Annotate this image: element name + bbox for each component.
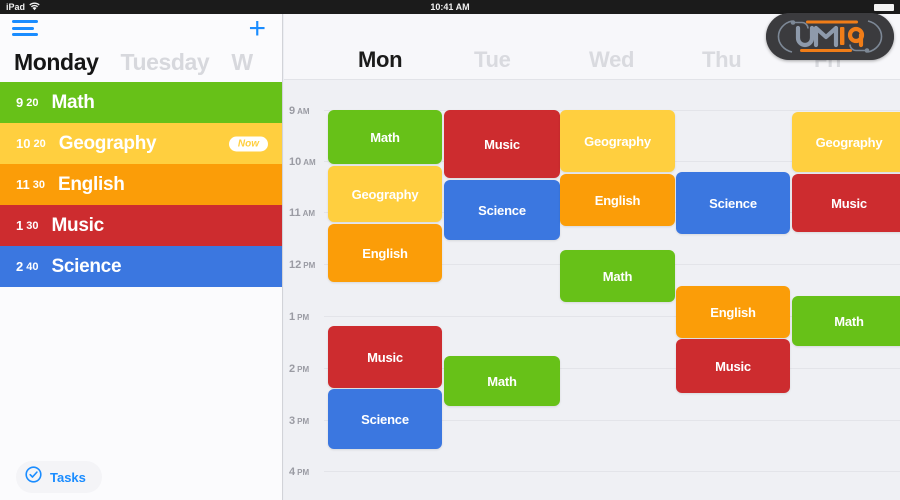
- hour-label: 11 AM: [289, 203, 315, 221]
- hour-label: 3 PM: [289, 411, 309, 429]
- sidebar: + Monday Tuesday W 9 20 Math 10 20 Geography Now…: [0, 14, 283, 500]
- lesson-hour: 11: [16, 177, 30, 192]
- lesson-minute: 20: [26, 96, 39, 109]
- calendar-event[interactable]: Math: [328, 110, 442, 164]
- hour-label-hour: 1: [289, 311, 296, 323]
- status-bar-time: 10:41 AM: [430, 2, 470, 12]
- plus-icon[interactable]: +: [248, 14, 266, 44]
- lesson-hour: 1: [16, 218, 24, 233]
- sidebar-toolbar: +: [0, 14, 282, 44]
- hour-label-hour: 9: [289, 105, 296, 117]
- hour-label-hour: 12: [289, 259, 302, 271]
- hour-label-hour: 2: [289, 363, 296, 375]
- battery-icon: [874, 3, 894, 11]
- now-badge: Now: [228, 136, 268, 151]
- calendar-event[interactable]: English: [560, 174, 675, 226]
- hour-label-period: PM: [297, 313, 310, 322]
- hour-label-period: AM: [302, 209, 316, 218]
- lesson-row[interactable]: 9 20 Math: [0, 82, 282, 123]
- calendar-event[interactable]: Science: [676, 172, 790, 234]
- hour-label: 2 PM: [289, 359, 309, 377]
- calendar-event[interactable]: Music: [328, 326, 442, 388]
- calendar-event[interactable]: Math: [444, 356, 560, 406]
- hour-label: 9 AM: [289, 101, 310, 119]
- lesson-minute: 40: [26, 260, 39, 273]
- status-bar-right: [874, 3, 894, 11]
- calendar-event[interactable]: Music: [444, 110, 560, 178]
- lesson-minute: 30: [26, 219, 39, 232]
- lesson-hour: 10: [16, 136, 31, 151]
- lesson-row[interactable]: 1 30 Music: [0, 205, 282, 246]
- lesson-hour: 2: [16, 259, 24, 274]
- lesson-name: English: [58, 173, 125, 195]
- calendar-day-tab[interactable]: Tue: [474, 47, 511, 73]
- tasks-footer: Tasks: [0, 454, 282, 500]
- sidebar-day-tab[interactable]: Tuesday: [121, 49, 210, 76]
- hour-label: 12 PM: [289, 255, 315, 273]
- hour-label-hour: 10: [289, 156, 302, 168]
- lesson-name: Geography: [58, 132, 157, 154]
- sidebar-day-tabs[interactable]: Monday Tuesday W: [0, 42, 282, 82]
- calendar-event[interactable]: Math: [560, 250, 675, 302]
- calendar-event[interactable]: Music: [792, 174, 900, 232]
- hour-label-period: PM: [297, 468, 310, 477]
- lesson-row[interactable]: 2 40 Science: [0, 246, 282, 287]
- hour-label-period: AM: [297, 107, 310, 116]
- calendar-day-tab[interactable]: Mon: [358, 47, 403, 73]
- calendar-event[interactable]: English: [328, 224, 442, 282]
- hour-gridline: [324, 471, 900, 472]
- calendar-event[interactable]: Science: [328, 389, 442, 449]
- calendar-day-tab[interactable]: Wed: [589, 47, 634, 73]
- calendar-event[interactable]: Geography: [792, 112, 900, 172]
- hour-label-period: AM: [303, 158, 316, 167]
- calendar-event[interactable]: Geography: [560, 110, 675, 172]
- lesson-hour: 9: [16, 95, 24, 110]
- check-circle-icon: [25, 466, 42, 488]
- calendar-event[interactable]: Geography: [328, 166, 442, 222]
- hour-label: 1 PM: [289, 307, 309, 325]
- sidebar-day-tab[interactable]: W: [231, 49, 253, 76]
- lesson-minute: 20: [33, 137, 46, 150]
- lesson-name: Music: [51, 214, 104, 236]
- hour-label-period: PM: [297, 417, 310, 426]
- hour-label: 10 AM: [289, 152, 316, 170]
- lesson-name: Science: [51, 255, 122, 277]
- calendar-grid[interactable]: 9 AM 10 AM 11 AM 12 PM 1 PM 2 PM 3 PM 4 PM Math Geography…: [284, 80, 900, 500]
- calendar-event[interactable]: English: [676, 286, 790, 338]
- hour-label-hour: 11: [289, 207, 301, 219]
- hour-label: 4 PM: [289, 462, 309, 480]
- brand-logo: [766, 13, 894, 60]
- hour-label-hour: 3: [289, 415, 296, 427]
- hamburger-icon[interactable]: [12, 20, 38, 36]
- calendar-panel: MonTueWedThuFri 9AM10AM11AM12PM1PM2PM3PM…: [284, 14, 900, 500]
- calendar-event[interactable]: Science: [444, 180, 560, 240]
- hour-label-period: PM: [297, 365, 310, 374]
- lesson-row[interactable]: 10 20 Geography Now: [0, 123, 282, 164]
- lesson-row[interactable]: 11 30 English: [0, 164, 282, 205]
- calendar-event[interactable]: Music: [676, 339, 790, 393]
- tasks-button[interactable]: Tasks: [16, 461, 102, 493]
- status-bar: iPad 10:41 AM: [0, 0, 900, 14]
- calendar-event[interactable]: Math: [792, 296, 900, 346]
- tasks-button-label: Tasks: [50, 469, 86, 485]
- ipad-timetable-app: iPad 10:41 AM + Monday Tuesday W 9 20 Math 10…: [0, 0, 900, 500]
- lesson-name: Math: [51, 91, 95, 113]
- hour-label-hour: 4: [289, 466, 296, 478]
- calendar-day-tab[interactable]: Thu: [702, 47, 742, 73]
- lesson-minute: 30: [32, 178, 45, 191]
- lesson-list: 9 20 Math 10 20 Geography Now 11 30 English 1 30 Mus…: [0, 82, 282, 287]
- hour-label-period: PM: [303, 261, 316, 270]
- sidebar-day-tab[interactable]: Monday: [14, 49, 99, 76]
